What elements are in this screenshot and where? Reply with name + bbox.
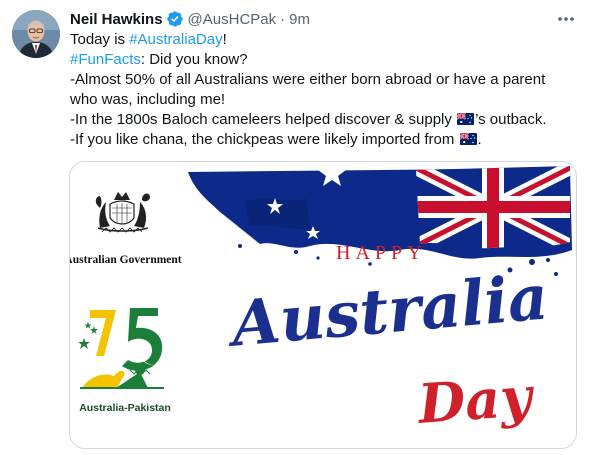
line5-suffix: ’s outback. (475, 111, 547, 128)
hashtag-australiaday[interactable]: #AustraliaDay (129, 31, 222, 48)
tweet-line-1: Today is #AustraliaDay! (70, 30, 580, 50)
tweet-line-5: -In the 1800s Baloch cameleers helped di… (70, 110, 580, 130)
author-avatar[interactable] (12, 10, 60, 58)
tweet-line-3: -Almost 50% of all Australians were eith… (70, 71, 546, 88)
tweet-media-card[interactable]: Australian Government Australia-Pakistan… (69, 161, 577, 449)
tweet-text: Today is #AustraliaDay! #FunFacts: Did y… (70, 30, 580, 150)
day-text: Day (414, 364, 537, 436)
australia-flag-icon (459, 133, 477, 145)
line5-prefix: -In the 1800s Baloch cameleers helped di… (70, 111, 457, 128)
line1-prefix: Today is (70, 31, 130, 48)
author-handle[interactable]: @AusHCPak (188, 11, 277, 28)
australia-flag-icon (457, 113, 475, 125)
tweet-header: Neil Hawkins @AusHCPak · 9m (70, 9, 310, 29)
union-jack (416, 166, 570, 249)
header-separator: · (280, 10, 286, 28)
line1-suffix: ! (222, 31, 227, 48)
more-options-button[interactable] (555, 10, 577, 28)
tweet-line-6: -If you like chana, the chickpeas were l… (70, 130, 580, 150)
verified-badge-icon (166, 11, 183, 27)
happy-text: HAPPY (336, 242, 427, 264)
gov-label: Australian Government (70, 254, 182, 266)
tweet-line-2: #FunFacts: Did you know? (70, 50, 580, 70)
australia-day-image: Australian Government Australia-Pakistan… (70, 162, 576, 448)
timestamp[interactable]: 9m (289, 11, 310, 28)
line6-prefix: -If you like chana, the chickpeas were l… (70, 131, 459, 148)
hashtag-funfacts[interactable]: #FunFacts (70, 51, 141, 68)
author-name[interactable]: Neil Hawkins (70, 11, 163, 28)
tweet-line-4: who was, including me! (70, 91, 226, 108)
anniversary-label: Australia-Pakistan (79, 402, 171, 414)
more-options-icon (558, 17, 574, 21)
line2-suffix: : Did you know? (140, 51, 248, 68)
line6-suffix: . (477, 131, 482, 148)
avatar-image (12, 10, 60, 58)
